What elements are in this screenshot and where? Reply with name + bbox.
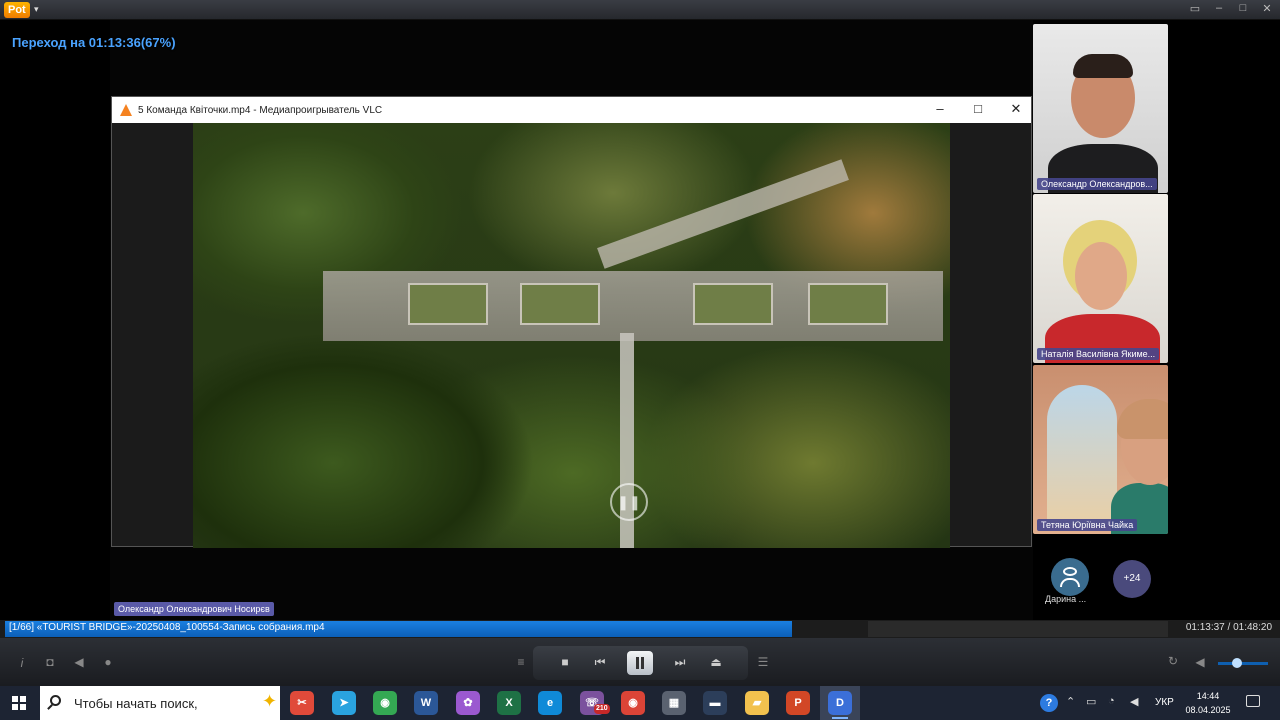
copilot-icon[interactable]: ✿ — [456, 691, 480, 715]
user-avatar-icon — [1063, 567, 1077, 576]
excel-icon[interactable]: X — [497, 691, 521, 715]
volume-tray-icon[interactable]: ◀ — [1130, 695, 1138, 708]
playlist-icon[interactable]: ☰ — [754, 655, 772, 669]
flower-bed — [693, 283, 773, 325]
maximize-icon[interactable]: □ — [1236, 2, 1250, 15]
minimize-icon[interactable]: – — [931, 101, 949, 117]
close-icon[interactable]: ✕ — [1007, 101, 1025, 117]
maximize-icon[interactable]: □ — [969, 101, 987, 117]
clock-date: 08.04.2025 — [1185, 705, 1231, 715]
seek-osd: Переход на 01:13:36(67%) — [12, 35, 176, 50]
viber-badge: 210 — [594, 704, 610, 714]
playback-time: 01:13:37 / 01:48:20 — [1185, 622, 1272, 633]
flower-bed — [808, 283, 888, 325]
wifi-icon[interactable]: ◔ — [1108, 695, 1115, 707]
powerpoint-icon[interactable]: P — [786, 691, 810, 715]
search-placeholder: Чтобы начать поиск, — [74, 696, 198, 711]
previous-icon[interactable]: ⏮ — [591, 655, 609, 670]
battery-icon[interactable]: ▭ — [1086, 695, 1096, 708]
vlc-cone-icon — [120, 104, 132, 116]
help-icon[interactable]: ? — [1040, 694, 1058, 712]
speaker-icon[interactable]: ◀ — [70, 655, 88, 669]
sparkle-icon: ✦ — [262, 691, 278, 711]
participant-tile[interactable]: Наталія Василівна Якиме... — [1033, 194, 1168, 363]
window-controls: ▭ – □ ✕ — [1188, 2, 1274, 15]
volume-icon[interactable]: ◀ — [1191, 655, 1209, 669]
screen: Pot ▾ ▭ – □ ✕ 5 Команда Квіточки.mp4 - М… — [0, 0, 1280, 720]
play-overlay-icon[interactable]: ❚❚ — [610, 483, 648, 521]
vlc-window-controls: – □ ✕ — [931, 101, 1025, 117]
pin-icon[interactable]: ▭ — [1188, 2, 1202, 15]
vlc-window: 5 Команда Квіточки.mp4 - Медиапроигрыват… — [111, 96, 1032, 548]
search-icon — [50, 695, 61, 706]
potplayer-logo[interactable]: Pot — [4, 2, 30, 18]
word-icon[interactable]: W — [414, 691, 438, 715]
participant-video — [1075, 242, 1127, 310]
telegram-icon[interactable]: ➤ — [332, 691, 356, 715]
participant-name: Олександр Олександров... — [1037, 178, 1157, 190]
file-explorer-icon[interactable]: ▰ — [745, 691, 769, 715]
potplayer-titlebar: Pot ▾ ▭ – □ ✕ — [0, 0, 1280, 20]
vlc-titlebar: 5 Команда Квіточки.mp4 - Медиапроигрыват… — [112, 97, 1031, 123]
park-path — [597, 159, 849, 269]
edge-icon[interactable]: e — [538, 691, 562, 715]
seek-track[interactable] — [868, 621, 1168, 637]
volume-slider[interactable] — [1218, 662, 1268, 665]
flower-bed — [520, 283, 600, 325]
meeting-video[interactable]: 5 Команда Квіточки.mp4 - Медиапроигрыват… — [0, 20, 1280, 620]
input-language[interactable]: УКР — [1155, 697, 1174, 708]
participant-tile[interactable]: Тетяна Юріївна Чайка — [1033, 365, 1168, 534]
participant-name: Наталія Василівна Якиме... — [1037, 348, 1160, 360]
windows-taskbar: Чтобы начать поиск, ✦ ✂ ➤ ◉ W ✿ Xe ☏ 210 ◉ ▦ ▬ ▰ P D … — [0, 686, 1280, 720]
volume-knob[interactable] — [1232, 658, 1242, 668]
aerial-park-video: ❚❚ — [193, 123, 950, 548]
close-icon[interactable]: ✕ — [1260, 2, 1274, 15]
chrome-icon[interactable]: ◉ — [373, 691, 397, 715]
participant-tile[interactable]: Олександр Олександров... — [1033, 24, 1168, 193]
taskbar-search[interactable]: Чтобы начать поиск, ✦ — [40, 686, 280, 720]
tv-app-icon[interactable]: ▬ — [703, 691, 727, 715]
system-clock[interactable]: 14:44 08.04.2025 — [1183, 689, 1233, 717]
minimize-icon[interactable]: – — [1212, 2, 1226, 15]
repeat-icon[interactable]: ↻ — [1164, 654, 1182, 668]
chevron-down-icon[interactable]: ▾ — [34, 4, 39, 15]
clock-time: 14:44 — [1196, 691, 1220, 701]
camera-icon[interactable]: ◘ — [41, 655, 59, 669]
vlc-title: 5 Команда Квіточки.mp4 - Медиапроигрыват… — [138, 104, 383, 116]
notifications-icon[interactable] — [1246, 695, 1260, 707]
next-icon[interactable]: ⏭ — [671, 655, 689, 670]
participant-name: Тетяна Юріївна Чайка — [1037, 519, 1138, 531]
subtitle-icon[interactable]: ● — [99, 655, 117, 669]
equalizer-icon[interactable]: ≡ — [512, 655, 530, 669]
speaker-name-label: Олександр Олександрович Носирєв — [114, 602, 274, 616]
avatar-participant-name: Дарина ... — [1045, 594, 1087, 604]
now-playing-filename: [1/66] «TOURIST BRIDGE»-20250408_100554-… — [9, 622, 325, 633]
chevron-up-icon[interactable]: ⌃ — [1066, 695, 1075, 708]
stop-icon[interactable]: ■ — [556, 655, 574, 669]
windows-start-icon[interactable] — [12, 696, 26, 710]
pause-button[interactable] — [627, 651, 653, 675]
user-avatar-icon — [1060, 578, 1080, 587]
virtual-background — [1047, 385, 1117, 525]
calculator-icon[interactable]: ▦ — [662, 691, 686, 715]
participant-video — [1117, 399, 1168, 439]
flower-bed — [408, 283, 488, 325]
potplayer-icon[interactable]: D — [828, 691, 852, 719]
participant-video — [1073, 54, 1133, 78]
eject-icon[interactable]: ⏏ — [707, 655, 725, 669]
info-icon[interactable]: i — [13, 656, 31, 670]
snipping-tool-icon[interactable]: ✂ — [290, 691, 314, 715]
viber-icon[interactable]: ☏ 210 — [580, 691, 610, 715]
seek-bar[interactable]: [1/66] «TOURIST BRIDGE»-20250408_100554-… — [0, 620, 1280, 638]
more-participants-button[interactable]: +24 — [1113, 560, 1151, 598]
user-avatar-icon[interactable] — [1051, 558, 1089, 596]
chrome-profile-icon[interactable]: ◉ — [621, 691, 645, 715]
